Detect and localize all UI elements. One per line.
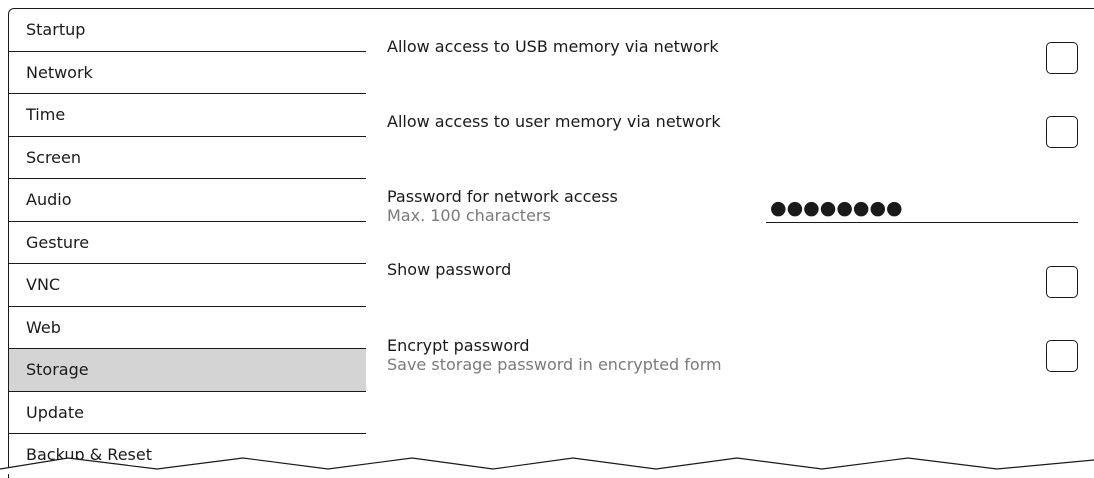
password-value: ●●●●●●●● (770, 197, 903, 219)
sidebar-item-label: Network (26, 62, 93, 82)
sidebar-item-label: Update (26, 402, 84, 422)
sidebar-item-gesture[interactable]: Gesture (9, 222, 366, 264)
show-password-label: Show password (387, 260, 512, 279)
sidebar-item-label: Audio (26, 190, 72, 209)
settings-content: Allow access to USB memory via network A… (387, 0, 1094, 474)
sidebar-item-screen[interactable]: Screen (9, 137, 366, 179)
user-memory-access-label: Allow access to user memory via network (387, 112, 721, 131)
user-memory-setting: Allow access to user memory via network (387, 112, 1094, 131)
torn-edge-divider (0, 457, 1094, 474)
sidebar-item-label: Storage (26, 360, 89, 379)
sidebar-item-label: Startup (26, 20, 86, 39)
user-memory-access-checkbox[interactable] (1046, 116, 1078, 148)
usb-access-checkbox[interactable] (1046, 42, 1078, 74)
show-password-checkbox[interactable] (1046, 266, 1078, 298)
sidebar-item-vnc[interactable]: VNC (9, 264, 366, 307)
usb-access-setting: Allow access to USB memory via network (387, 37, 1094, 56)
sidebar-item-audio[interactable]: Audio (9, 179, 366, 222)
encrypt-password-checkbox[interactable] (1046, 340, 1078, 372)
usb-access-label: Allow access to USB memory via network (387, 37, 719, 56)
sidebar-item-label: Web (26, 317, 61, 337)
sidebar-item-label: VNC (26, 275, 61, 294)
sidebar-item-time[interactable]: Time (9, 94, 366, 137)
sidebar: Startup Network Time Screen Audio Gestur… (9, 9, 366, 477)
sidebar-item-web[interactable]: Web (9, 307, 366, 349)
sidebar-item-network[interactable]: Network (9, 52, 366, 94)
password-input[interactable]: ●●●●●●●● (766, 196, 1078, 223)
sidebar-item-update[interactable]: Update (9, 392, 366, 434)
show-password-setting: Show password (387, 260, 1094, 279)
sidebar-item-storage[interactable]: Storage (9, 349, 366, 392)
sidebar-item-label: Gesture (26, 232, 90, 252)
sidebar-item-label: Time (26, 105, 66, 124)
encrypt-password-setting: Encrypt password Save storage password i… (387, 336, 1094, 374)
sidebar-item-startup[interactable]: Startup (9, 9, 366, 52)
encrypt-password-label: Encrypt password (387, 336, 530, 355)
sidebar-item-label: Screen (26, 147, 82, 167)
encrypt-password-hint: Save storage password in encrypted form (387, 355, 722, 374)
